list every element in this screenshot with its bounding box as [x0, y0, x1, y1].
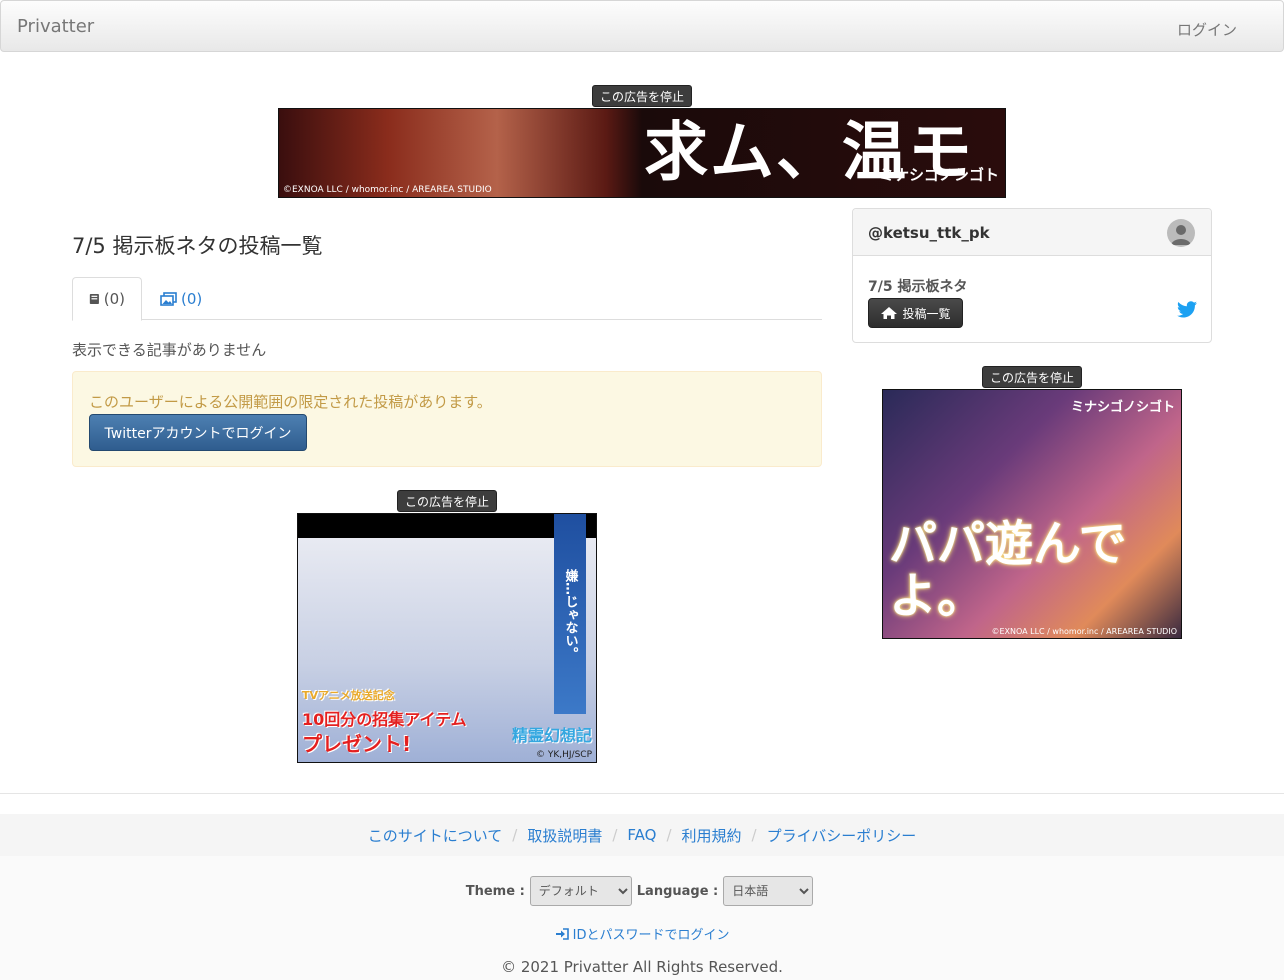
footer-bottom: Theme : デフォルト Language : 日本語 IDとパスワードでログ… [0, 856, 1284, 980]
copyright: © 2021 Privatter All Rights Reserved. [501, 958, 783, 976]
ad-logo: ミナシゴノシゴト [878, 166, 999, 184]
divider: / [751, 826, 757, 844]
footer-link-privacy[interactable]: プライバシーポリシー [767, 825, 917, 846]
avatar[interactable] [1167, 219, 1195, 247]
images-icon [160, 292, 177, 306]
posts-list-button[interactable]: 投稿一覧 [868, 298, 963, 328]
ad-logo: ミナシゴノシゴト [1070, 400, 1175, 415]
ad-credit: ©EXNOA LLC / whomor.inc / AREAREA STUDIO [283, 185, 492, 195]
ad-promo-line1: TVアニメ放送記念 [302, 689, 395, 702]
footer-link-about[interactable]: このサイトについて [368, 825, 503, 846]
tab-text-posts-label: (0) [103, 290, 125, 308]
user-panel-topic: 7/5 掲示板ネタ [868, 279, 968, 295]
post-tabs: (0) (0) [72, 277, 822, 321]
mid-ad-banner[interactable]: 嫌…じゃない。 TVアニメ放送記念 10回分の招集アイテム プレゼント! 精霊幻… [297, 513, 597, 763]
username[interactable]: @ketsu_ttk_pk [868, 224, 990, 242]
stop-ad-button[interactable]: この広告を停止 [397, 490, 497, 512]
footer-links: このサイトについて / 取扱説明書 / FAQ / 利用規約 / プライバシーポ… [0, 814, 1284, 856]
tab-image-posts-label: (0) [181, 290, 203, 308]
id-password-login-link[interactable]: IDとパスワードでログイン [0, 924, 1284, 943]
posts-list-label: 投稿一覧 [902, 306, 951, 321]
ad-credit: ©EXNOA LLC / whomor.inc / AREAREA STUDIO [991, 627, 1177, 636]
divider: / [612, 826, 618, 844]
sign-in-icon [555, 928, 569, 940]
tab-text-posts[interactable]: (0) [72, 277, 142, 321]
user-panel-header: @ketsu_ttk_pk [853, 209, 1211, 256]
alert-text: このユーザーによる公開範囲の限定された投稿があります。 [89, 393, 492, 411]
ad-promo-line3: プレゼント! [302, 732, 412, 756]
footer-link-faq[interactable]: FAQ [627, 826, 656, 844]
user-icon [1171, 225, 1191, 245]
home-icon [881, 307, 898, 319]
book-icon [89, 294, 99, 304]
ad-promo: TVアニメ放送記念 10回分の招集アイテム プレゼント! [302, 684, 467, 756]
id-login-label: IDとパスワードでログイン [572, 928, 730, 943]
footer-link-terms[interactable]: 利用規約 [682, 825, 742, 846]
tab-image-posts[interactable]: (0) [144, 277, 218, 321]
ad-promo-line2: 10回分の招集アイテム [302, 710, 467, 729]
page-title: 7/5 掲示板ネタの投稿一覧 [72, 234, 323, 258]
twitter-icon[interactable] [1177, 301, 1197, 318]
top-ad-banner[interactable]: 求ム、温モリ。 ミナシゴノシゴト ©EXNOA LLC / whomor.inc… [278, 108, 1006, 198]
divider: / [512, 826, 518, 844]
stop-ad-button[interactable]: この広告を停止 [982, 366, 1082, 388]
login-link[interactable]: ログイン [1177, 19, 1237, 40]
ad-vertical-text: 嫌…じゃない。 [554, 514, 586, 714]
theme-label: Theme : [465, 883, 525, 899]
language-select[interactable]: 日本語 [723, 876, 814, 906]
empty-message: 表示できる記事がありません [72, 341, 267, 359]
settings-row: Theme : デフォルト Language : 日本語 [0, 876, 1284, 906]
navbar: Privatter ログイン [0, 0, 1284, 52]
ad-game-title: 精霊幻想記 [511, 726, 592, 745]
user-panel: @ketsu_ttk_pk 7/5 掲示板ネタ 投稿一覧 [852, 208, 1212, 343]
brand-logo[interactable]: Privatter [17, 16, 94, 37]
language-label: Language : [636, 883, 719, 899]
theme-select[interactable]: デフォルト [529, 876, 632, 906]
ad-credit: © YK,HJ/SCP [536, 750, 592, 760]
footer-divider [0, 793, 1284, 794]
restricted-posts-alert: このユーザーによる公開範囲の限定された投稿があります。 Twitterアカウント… [72, 371, 822, 467]
twitter-login-button[interactable]: Twitterアカウントでログイン [89, 414, 307, 451]
side-ad-banner[interactable]: ミナシゴノシゴト パパ遊んでよ。 ©EXNOA LLC / whomor.inc… [882, 389, 1182, 639]
footer-link-manual[interactable]: 取扱説明書 [527, 825, 602, 846]
divider: / [666, 826, 672, 844]
stop-ad-button[interactable]: この広告を停止 [592, 85, 692, 107]
ad-headline: パパ遊んでよ。 [889, 516, 1127, 624]
